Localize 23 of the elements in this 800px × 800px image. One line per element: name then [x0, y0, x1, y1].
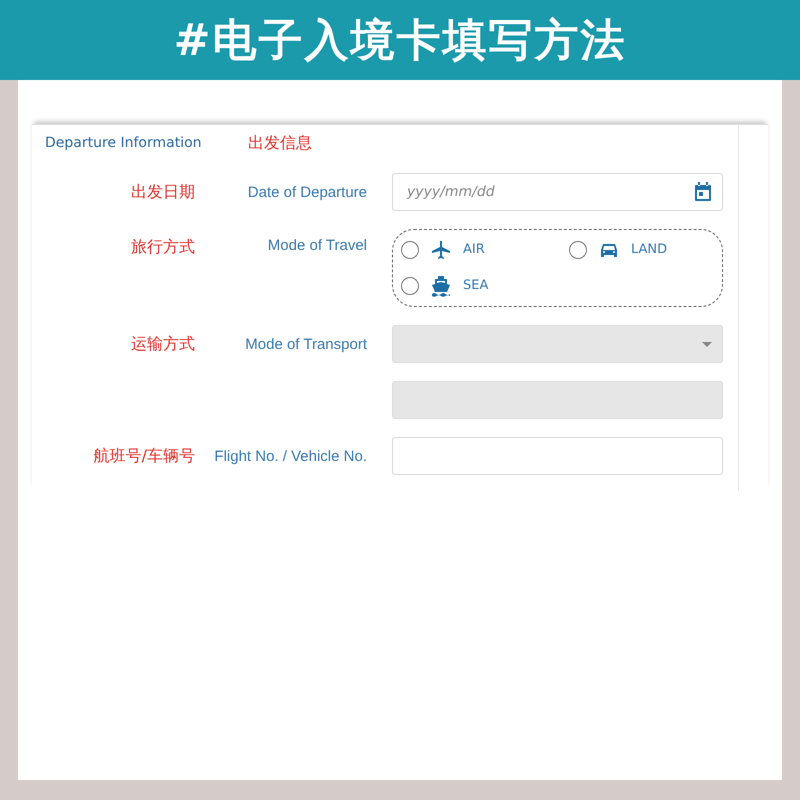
field-label: Mode of Travel [268, 237, 367, 254]
radio-button[interactable] [569, 240, 587, 258]
annotation: 航班号/车辆号 [94, 446, 195, 466]
option-label: SEA [463, 278, 488, 293]
input-field[interactable] [392, 437, 723, 475]
radio-button[interactable] [401, 240, 419, 258]
title-banner: #电子入境卡填写方法 [0, 0, 800, 80]
date-field[interactable]: yyyy/mm/dd [392, 173, 723, 211]
field-label: Mode of Transport [245, 336, 367, 352]
ship-icon [431, 274, 451, 296]
calendar-icon[interactable] [694, 182, 712, 202]
radio-button[interactable] [401, 276, 419, 294]
field-label: Flight No. / Vehicle No. [214, 448, 367, 464]
annotation: 运输方式 [131, 334, 195, 354]
annotation: 旅行方式 [131, 237, 195, 258]
annotation: 出发日期 [131, 182, 195, 202]
annotation: 出发信息 [248, 132, 312, 154]
caret-icon [702, 342, 712, 346]
field-label: Date of Departure [248, 184, 367, 200]
option-label: AIR [463, 242, 485, 257]
section-title: Departure Information [45, 135, 203, 151]
plane-icon [431, 240, 451, 260]
option-label: LAND [631, 242, 668, 257]
